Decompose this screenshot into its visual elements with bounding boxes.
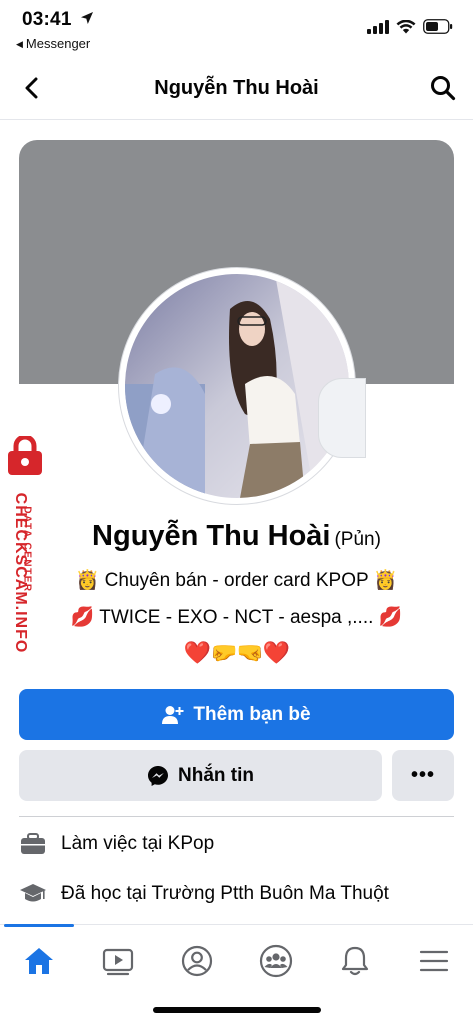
graduation-cap-icon [19,880,47,908]
tab-profile[interactable] [175,939,219,983]
profile-name-line: Nguyễn Thu Hoài (Pủn) [0,520,473,553]
status-bar: 03:41 ◀ Messenger [0,0,473,58]
profile-icon [181,945,213,977]
home-indicator [153,1007,321,1013]
lock-icon [8,436,42,475]
nav-bar: Nguyễn Thu Hoài [0,58,473,120]
education-info-row: Đã học tại Trường Ptth Buôn Ma Thuột [19,880,459,908]
add-friend-icon [162,705,184,724]
message-label: Nhắn tin [178,764,254,786]
bio-line-3: ❤️🤛🤜❤️ [183,640,291,665]
education-info-text: Đã học tại Trường Ptth Buôn Ma Thuột [61,883,389,904]
avatar-badge [318,378,366,458]
profile-avatar[interactable] [125,274,349,498]
cellular-signal-icon [367,19,389,34]
profile-name: Nguyễn Thu Hoài [92,520,331,552]
back-app-label: Messenger [25,36,91,51]
menu-icon [419,950,449,972]
work-info-row: Làm việc tại KPop [19,830,459,858]
profile-alt-name: (Pủn) [334,529,381,550]
battery-icon [423,19,453,34]
active-tab-indicator [4,924,74,927]
messenger-icon [148,765,168,786]
video-icon [102,948,134,976]
more-icon: ••• [410,764,435,786]
status-icons [367,19,453,34]
work-info-text: Làm việc tại KPop [61,833,215,854]
groups-icon [259,944,293,978]
add-friend-label: Thêm bạn bè [193,703,311,725]
divider [19,816,454,817]
search-icon [431,76,456,101]
tab-menu[interactable] [412,939,456,983]
back-triangle-icon: ◀ [16,39,23,49]
bottom-tab-bar [0,924,473,996]
more-options-button[interactable]: ••• [392,750,454,801]
tab-home[interactable] [17,939,61,983]
search-button[interactable] [427,72,459,104]
tab-video[interactable] [96,939,140,983]
avatar-photo [125,274,349,498]
back-to-app-link[interactable]: ◀ Messenger [16,36,90,51]
add-friend-button[interactable]: Thêm bạn bè [19,689,454,740]
bio-line-1: 👸 Chuyên bán - order card KPOP 👸 [75,570,398,591]
bell-icon [341,946,369,976]
location-arrow-icon [81,12,93,24]
status-time: 03:41 [22,9,72,30]
wifi-icon [396,19,416,33]
nav-title: Nguyễn Thu Hoài [154,77,319,99]
tab-notifications[interactable] [333,939,377,983]
home-icon [25,948,53,974]
message-button[interactable]: Nhắn tin [19,750,382,801]
bio-line-2: 💋 TWICE - EXO - NCT - aespa ,.... 💋 [70,607,403,628]
tab-groups[interactable] [254,939,298,983]
briefcase-icon [19,830,47,858]
